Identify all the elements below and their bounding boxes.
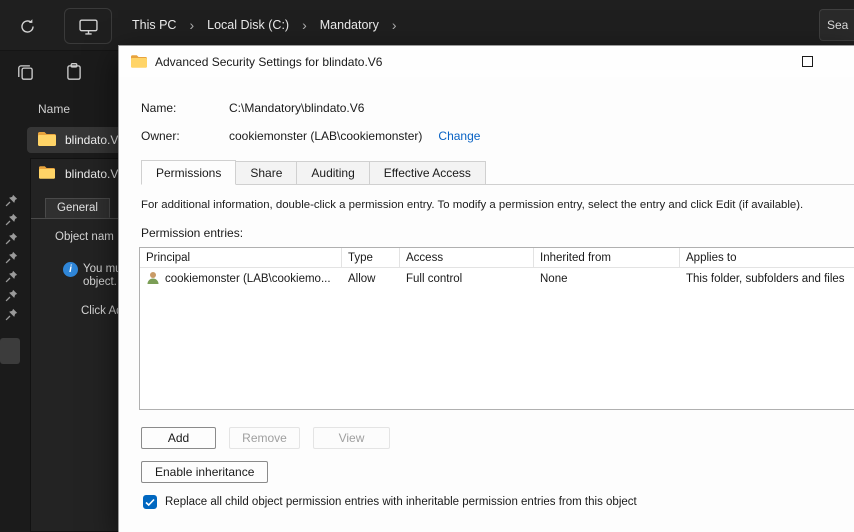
name-field-row: Name: C:\Mandatory\blindato.V6 (141, 101, 364, 115)
pin-icon[interactable] (5, 213, 19, 227)
principal-text: cookiemonster (LAB\cookiemo... (165, 273, 331, 285)
breadcrumb-this-pc[interactable]: This PC (126, 14, 182, 36)
breadcrumb-local-disk-c[interactable]: Local Disk (C:) (201, 14, 295, 36)
table-buttons-row: Add Remove View (141, 427, 390, 449)
pin-icon[interactable] (5, 251, 19, 265)
permission-entries-label: Permission entries: (141, 226, 244, 240)
folder-icon (39, 166, 55, 182)
properties-title-text: blindato.V (65, 167, 119, 181)
remove-button: Remove (229, 427, 300, 449)
search-placeholder-fragment: Sea (827, 18, 849, 32)
info-text-line2: object. (83, 276, 117, 288)
replace-permissions-row: Replace all child object permission entr… (143, 495, 637, 509)
pin-icon[interactable] (5, 289, 19, 303)
tab-share[interactable]: Share (236, 161, 298, 185)
column-header-name[interactable]: Name (38, 102, 70, 116)
add-button[interactable]: Add (141, 427, 216, 449)
cell-inherited-from: None (540, 273, 568, 285)
paste-icon[interactable] (64, 62, 84, 82)
search-input[interactable]: Sea (819, 9, 854, 41)
file-name-label: blindato.V6 (65, 133, 126, 147)
breadcrumb-mandatory[interactable]: Mandatory (314, 14, 385, 36)
advanced-security-dialog: Advanced Security Settings for blindato.… (118, 45, 854, 532)
tab-auditing[interactable]: Auditing (297, 161, 370, 185)
this-pc-icon[interactable] (64, 8, 112, 44)
enable-inheritance-button[interactable]: Enable inheritance (141, 461, 269, 483)
column-header-inherited-from[interactable]: Inherited from (534, 248, 680, 268)
cell-principal: cookiemonster (LAB\cookiemo... (140, 268, 342, 290)
owner-field-row: Owner: cookiemonster (LAB\cookiemonster)… (141, 129, 480, 143)
maximize-button[interactable] (784, 46, 830, 77)
pin-icon[interactable] (5, 232, 19, 246)
dialog-tabs: Permissions Share Auditing Effective Acc… (141, 160, 854, 185)
cell-access: Full control (406, 273, 463, 285)
permissions-description: For additional information, double-click… (141, 199, 804, 211)
maximize-icon (801, 56, 813, 67)
tab-effective-access[interactable]: Effective Access (369, 161, 486, 185)
column-header-applies-to[interactable]: Applies to (680, 248, 854, 268)
change-owner-link[interactable]: Change (438, 129, 480, 143)
copy-icon[interactable] (16, 62, 36, 82)
object-name-label: Object nam (55, 231, 114, 243)
replace-permissions-checkbox[interactable] (143, 495, 157, 509)
pin-icon[interactable] (5, 270, 19, 284)
breadcrumb: This PC › Local Disk (C:) › Mandatory › (126, 0, 404, 50)
user-icon (146, 271, 160, 288)
tab-permissions[interactable]: Permissions (141, 160, 237, 185)
view-button: View (313, 427, 390, 449)
name-label: Name: (141, 101, 177, 115)
chevron-right-icon[interactable]: › (182, 18, 201, 32)
desktop: This PC › Local Disk (C:) › Mandatory › … (0, 0, 854, 532)
cell-type: Allow (348, 273, 376, 285)
name-value: C:\Mandatory\blindato.V6 (229, 101, 365, 115)
info-glyph: i (69, 264, 72, 275)
info-icon: i (63, 262, 78, 277)
chevron-right-icon[interactable]: › (385, 18, 404, 32)
tab-general[interactable]: General (45, 198, 110, 218)
table-row[interactable]: cookiemonster (LAB\cookiemo... Allow Ful… (140, 268, 854, 290)
owner-label: Owner: (141, 129, 180, 143)
explorer-address-bar: This PC › Local Disk (C:) › Mandatory › … (0, 0, 854, 51)
replace-permissions-label: Replace all child object permission entr… (165, 496, 637, 508)
table-header-row: Principal Type Access Inherited from App… (140, 248, 854, 268)
column-header-access[interactable]: Access (400, 248, 534, 268)
dialog-title: Advanced Security Settings for blindato.… (155, 54, 383, 69)
pin-icon[interactable] (5, 308, 19, 322)
hint-text: Click Ad (81, 305, 123, 317)
folder-icon (38, 131, 56, 149)
cell-applies-to: This folder, subfolders and files (686, 273, 845, 285)
properties-dialog-title: blindato.V (39, 166, 118, 182)
column-header-type[interactable]: Type (342, 248, 400, 268)
permission-entries-table: Principal Type Access Inherited from App… (139, 247, 854, 410)
nav-rail-highlight (0, 338, 20, 364)
column-header-principal[interactable]: Principal (140, 248, 342, 268)
refresh-icon[interactable] (14, 13, 40, 39)
pin-icon[interactable] (5, 194, 19, 208)
dialog-titlebar[interactable]: Advanced Security Settings for blindato.… (119, 46, 854, 77)
chevron-right-icon[interactable]: › (295, 18, 314, 32)
folder-icon (131, 55, 147, 73)
owner-value: cookiemonster (LAB\cookiemonster) (229, 129, 423, 143)
